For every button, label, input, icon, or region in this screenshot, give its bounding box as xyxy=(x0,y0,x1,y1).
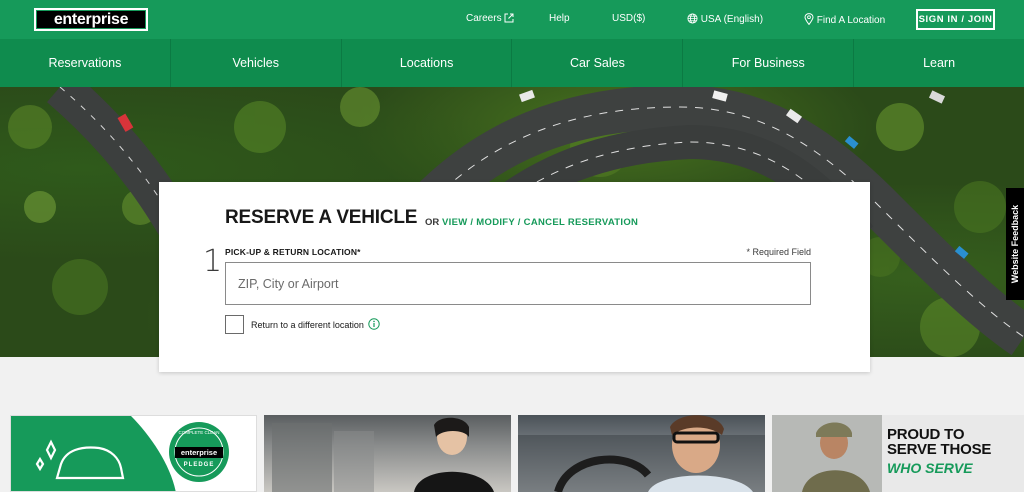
step-number: 1 xyxy=(203,244,223,279)
promo-tile-driver[interactable] xyxy=(518,415,765,492)
manage-reservation-link[interactable]: VIEW / MODIFY / CANCEL RESERVATION xyxy=(442,217,638,228)
promo-tile-business[interactable] xyxy=(264,415,511,492)
logo-text: enterprise xyxy=(37,11,145,28)
nav-item-learn[interactable]: Learn xyxy=(854,39,1024,87)
different-return-label[interactable]: Return to a different location xyxy=(251,320,364,330)
reservation-card: RESERVE A VEHICLE OR VIEW / MODIFY / CAN… xyxy=(159,182,870,372)
feedback-label: Website Feedback xyxy=(1010,204,1020,284)
careers-label: Careers xyxy=(466,13,502,24)
military-subline: WHO SERVE xyxy=(887,460,973,476)
info-icon[interactable] xyxy=(368,318,380,330)
globe-icon xyxy=(687,13,698,24)
reserve-title: RESERVE A VEHICLE xyxy=(225,207,418,228)
currency-selector[interactable]: USD($) xyxy=(612,13,645,25)
top-bar: enterprise Careers Help USD($) USA (Engl… xyxy=(0,0,1024,39)
locale-label: USA (English) xyxy=(700,14,764,25)
headline-line-1: PROUD TO xyxy=(887,426,965,443)
nav-item-for-business[interactable]: For Business xyxy=(683,39,855,87)
external-link-icon xyxy=(504,13,514,23)
business-photo xyxy=(272,417,494,492)
military-headline: PROUD TO SERVE THOSE xyxy=(887,427,991,457)
nav-item-reservations[interactable]: Reservations xyxy=(0,39,171,87)
promo-tile-clean-pledge[interactable]: enterprise COMPLETE CLEAN PLEDGE xyxy=(10,415,257,492)
website-feedback-tab[interactable]: Website Feedback xyxy=(1006,188,1024,300)
main-nav: Reservations Vehicles Locations Car Sale… xyxy=(0,39,1024,87)
find-location-link[interactable]: Find A Location xyxy=(804,13,885,27)
required-field-note: * Required Field xyxy=(746,247,811,257)
help-link[interactable]: Help xyxy=(549,13,570,25)
location-input[interactable] xyxy=(225,262,811,305)
nav-item-car-sales[interactable]: Car Sales xyxy=(512,39,684,87)
promo-tile-military[interactable]: PROUD TO SERVE THOSE WHO SERVE xyxy=(772,415,1024,492)
or-label: OR xyxy=(425,217,440,228)
location-pin-icon xyxy=(804,13,814,26)
find-location-label: Find A Location xyxy=(816,15,886,26)
careers-link[interactable]: Careers xyxy=(466,13,514,25)
nav-item-locations[interactable]: Locations xyxy=(342,39,513,87)
different-return-checkbox[interactable] xyxy=(225,315,244,334)
locale-selector[interactable]: USA (English) xyxy=(687,13,763,26)
badge-brand: enterprise xyxy=(180,448,218,457)
location-field-label: PICK-UP & RETURN LOCATION* xyxy=(225,247,361,257)
badge-top-text: COMPLETE CLEAN xyxy=(178,430,220,435)
headline-line-2: SERVE THOSE xyxy=(887,441,992,458)
signin-button[interactable]: SIGN IN / JOIN xyxy=(916,9,995,30)
nav-item-vehicles[interactable]: Vehicles xyxy=(171,39,342,87)
badge-bottom-text: PLEDGE xyxy=(183,462,215,468)
enterprise-logo[interactable]: enterprise xyxy=(34,8,148,31)
driver-photo xyxy=(518,415,765,492)
